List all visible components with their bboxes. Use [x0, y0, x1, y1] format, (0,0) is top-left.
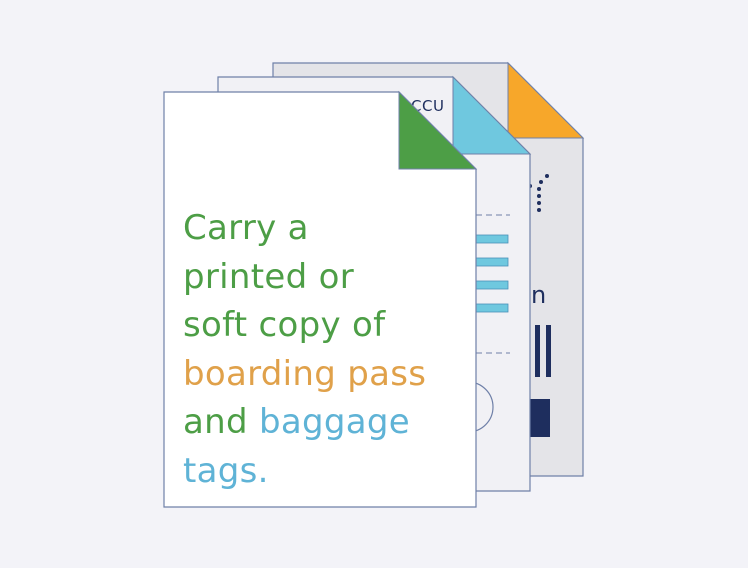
- message-line-2: printed or: [183, 256, 354, 297]
- message-line-1: Carry a: [183, 208, 309, 248]
- message-line-6-tags: tags.: [183, 450, 269, 491]
- back-sheet-letter: n: [531, 281, 547, 309]
- green-folded-corner-icon: [398, 90, 478, 170]
- travel-tip-message: Carry a printed or soft copy of boarding…: [183, 204, 473, 495]
- message-line-4-boarding-pass: boarding pass: [183, 353, 427, 394]
- message-baggage-text: baggage: [258, 402, 411, 442]
- message-and-text: and: [183, 402, 259, 442]
- message-line-3: soft copy of: [183, 305, 386, 345]
- message-line-5: and baggage: [183, 398, 473, 447]
- navy-block: [530, 399, 550, 437]
- front-document-sheet: Carry a printed or soft copy of boarding…: [163, 90, 478, 508]
